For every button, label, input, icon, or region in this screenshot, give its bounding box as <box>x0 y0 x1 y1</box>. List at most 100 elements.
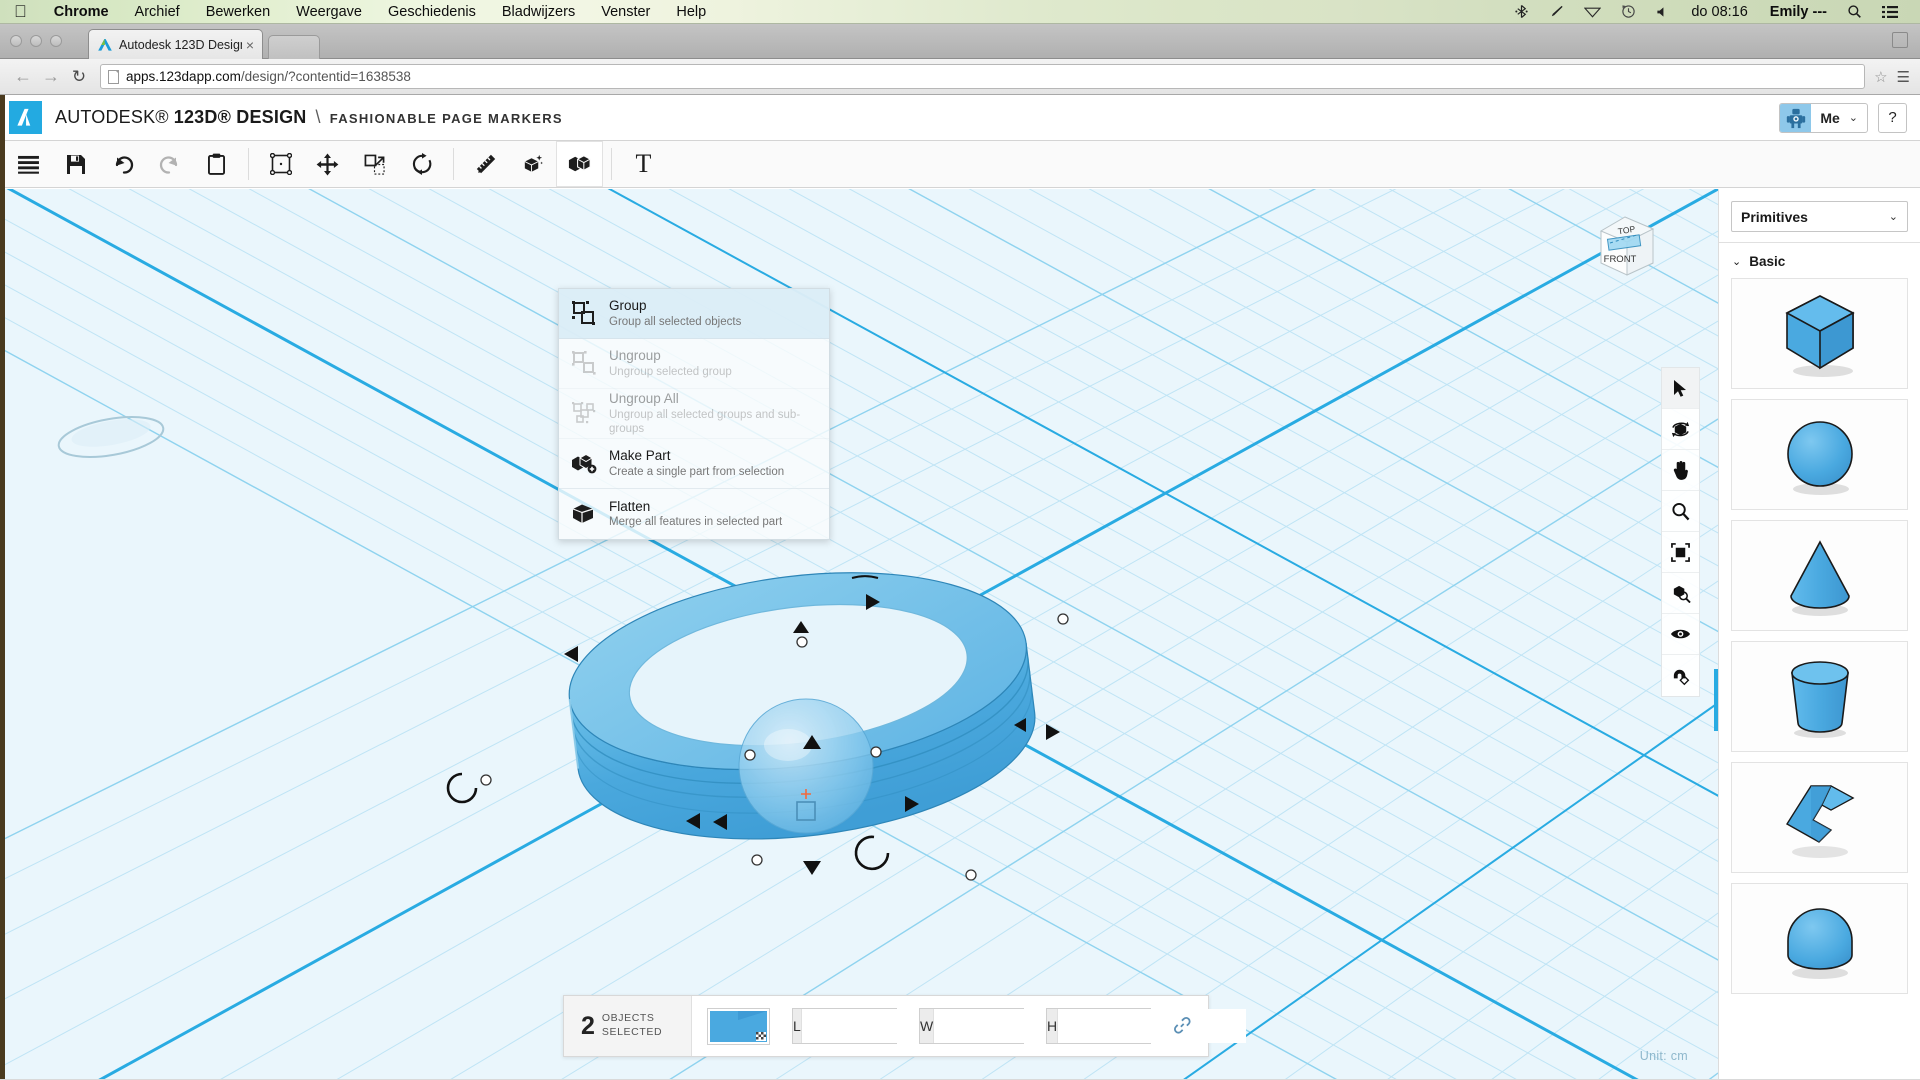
window-maximize-button[interactable] <box>1892 32 1908 48</box>
material-color-swatch[interactable] <box>707 1007 770 1045</box>
menu-item-title: Ungroup All <box>609 391 679 407</box>
zoom-object-tool[interactable] <box>1662 573 1699 614</box>
address-bar[interactable]: apps.123dapp.com/design/?contentid=16385… <box>100 64 1866 89</box>
menu-item-geschiedenis[interactable]: Geschiedenis <box>375 4 489 20</box>
width-field[interactable]: W <box>919 1008 1123 1044</box>
document-title: FASHIONABLE PAGE MARKERS <box>329 111 563 126</box>
reload-button[interactable]: ↻ <box>66 64 92 90</box>
redo-button[interactable] <box>146 141 193 187</box>
primitives-category-select[interactable]: Primitives ⌄ <box>1731 201 1908 232</box>
primitive-cone[interactable] <box>1731 520 1908 631</box>
close-icon[interactable]: × <box>242 37 254 53</box>
time-machine-icon[interactable] <box>1611 4 1646 19</box>
bookmark-star-icon[interactable]: ☆ <box>1874 68 1887 86</box>
help-button[interactable]: ? <box>1878 102 1907 133</box>
browser-tab-strip: Autodesk 123D Design × <box>0 24 1920 59</box>
flatten-icon <box>568 497 602 531</box>
primitive-sphere[interactable] <box>1731 399 1908 510</box>
construct-button[interactable] <box>509 141 556 187</box>
rotate-button[interactable] <box>398 141 445 187</box>
selection-objects-label: OBJECTS <box>601 1012 655 1025</box>
brand-123d-design: 123D® DESIGN <box>173 107 307 127</box>
forward-button[interactable]: → <box>38 64 64 90</box>
menu-item-ungroup[interactable]: Ungroup Ungroup selected group <box>559 339 829 389</box>
basic-section-header[interactable]: ⌄ Basic <box>1719 243 1920 278</box>
text-button[interactable]: T <box>620 141 667 187</box>
blue-ring-model[interactable] <box>0 189 1718 1079</box>
main-toolbar: T <box>0 141 1920 188</box>
menu-button[interactable] <box>5 141 52 187</box>
make-part-icon <box>568 447 602 481</box>
undo-button[interactable] <box>99 141 146 187</box>
scale-button[interactable] <box>351 141 398 187</box>
menu-item-ungroup-all[interactable]: Ungroup All Ungroup all selected groups … <box>559 389 829 439</box>
menu-item-weergave[interactable]: Weergave <box>283 4 375 20</box>
menu-item-subtitle: Ungroup all selected groups and sub-grou… <box>609 408 801 435</box>
view-cube[interactable]: TOP FRONT <box>1591 209 1663 286</box>
window-minimize-button[interactable] <box>30 35 42 47</box>
menu-item-venster[interactable]: Venster <box>588 4 663 20</box>
wifi-icon[interactable] <box>1574 5 1611 19</box>
viewport-scroll-indicator[interactable] <box>1714 669 1718 731</box>
brand-title: AUTODESK® 123D® DESIGN \ FASHIONABLE PAG… <box>55 107 563 128</box>
menu-item-title: Flatten <box>609 498 651 514</box>
move-button[interactable] <box>304 141 351 187</box>
volume-icon[interactable] <box>1646 5 1679 19</box>
menu-bar-clock[interactable]: do 08:16 <box>1679 4 1759 20</box>
browser-menu-icon[interactable]: ☰ <box>1897 68 1910 86</box>
paste-button[interactable] <box>193 141 240 187</box>
fit-tool[interactable] <box>1662 532 1699 573</box>
sketch-button[interactable] <box>462 141 509 187</box>
browser-tab[interactable]: Autodesk 123D Design × <box>88 29 263 59</box>
apple-logo-icon[interactable]:  <box>14 3 27 20</box>
notification-center-icon[interactable] <box>1872 5 1908 19</box>
basic-section-title: Basic <box>1749 254 1786 269</box>
pan-tool[interactable] <box>1662 450 1699 491</box>
zoom-tool[interactable] <box>1662 491 1699 532</box>
length-field[interactable]: L <box>792 1008 990 1044</box>
unit-label: Unit: cm <box>1640 1049 1688 1063</box>
autodesk-logo-icon[interactable] <box>9 101 42 134</box>
width-label: W <box>920 1009 935 1043</box>
select-tool[interactable] <box>1662 368 1699 409</box>
menu-bar-user[interactable]: Emily --- <box>1760 4 1837 20</box>
avatar <box>1780 103 1812 132</box>
page-info-icon[interactable] <box>108 69 119 84</box>
selection-selected-label: SELECTED <box>601 1026 663 1038</box>
ungroup-all-icon <box>568 397 602 431</box>
account-menu-button[interactable]: Me ⌄ <box>1779 102 1868 133</box>
window-zoom-button[interactable] <box>50 35 62 47</box>
primitive-box[interactable] <box>1731 278 1908 389</box>
back-button[interactable]: ← <box>10 64 36 90</box>
menu-item-flatten[interactable]: Flatten Merge all features in selected p… <box>559 489 829 539</box>
menu-item-bladwijzers[interactable]: Bladwijzers <box>489 4 588 20</box>
3d-viewport[interactable]: TOP FRONT Unit: cm <box>0 189 1718 1079</box>
visibility-tool[interactable] <box>1662 614 1699 655</box>
save-button[interactable] <box>52 141 99 187</box>
menu-item-make-part[interactable]: Make Part Create a single part from sele… <box>559 439 829 489</box>
chevron-down-icon: ⌄ <box>1848 112 1858 124</box>
menu-item-title: Group <box>609 298 647 314</box>
new-tab-button[interactable] <box>268 35 320 59</box>
menu-item-help[interactable]: Help <box>663 4 719 20</box>
autodesk-favicon <box>97 37 113 53</box>
primitive-hemisphere[interactable] <box>1731 883 1908 994</box>
snap-tool[interactable] <box>1662 655 1699 696</box>
transform-button[interactable] <box>257 141 304 187</box>
height-field[interactable]: H <box>1046 1008 1247 1044</box>
group-button[interactable] <box>556 141 603 187</box>
primitive-wedge[interactable] <box>1731 762 1908 873</box>
spotlight-search-icon[interactable] <box>1837 4 1872 19</box>
pen-icon[interactable] <box>1539 4 1574 19</box>
unit-value: cm <box>1670 1049 1688 1063</box>
menu-item-group[interactable]: Group Group all selected objects <box>559 289 829 339</box>
bluetooth-icon[interactable] <box>1504 4 1539 19</box>
menu-item-archief[interactable]: Archief <box>122 4 193 20</box>
menu-item-chrome[interactable]: Chrome <box>41 4 122 20</box>
height-input[interactable] <box>1058 1009 1247 1043</box>
primitive-cylinder[interactable] <box>1731 641 1908 752</box>
window-close-button[interactable] <box>10 35 22 47</box>
brand-autodesk: AUTODESK® <box>55 107 169 127</box>
menu-item-bewerken[interactable]: Bewerken <box>193 4 283 20</box>
orbit-tool[interactable] <box>1662 409 1699 450</box>
